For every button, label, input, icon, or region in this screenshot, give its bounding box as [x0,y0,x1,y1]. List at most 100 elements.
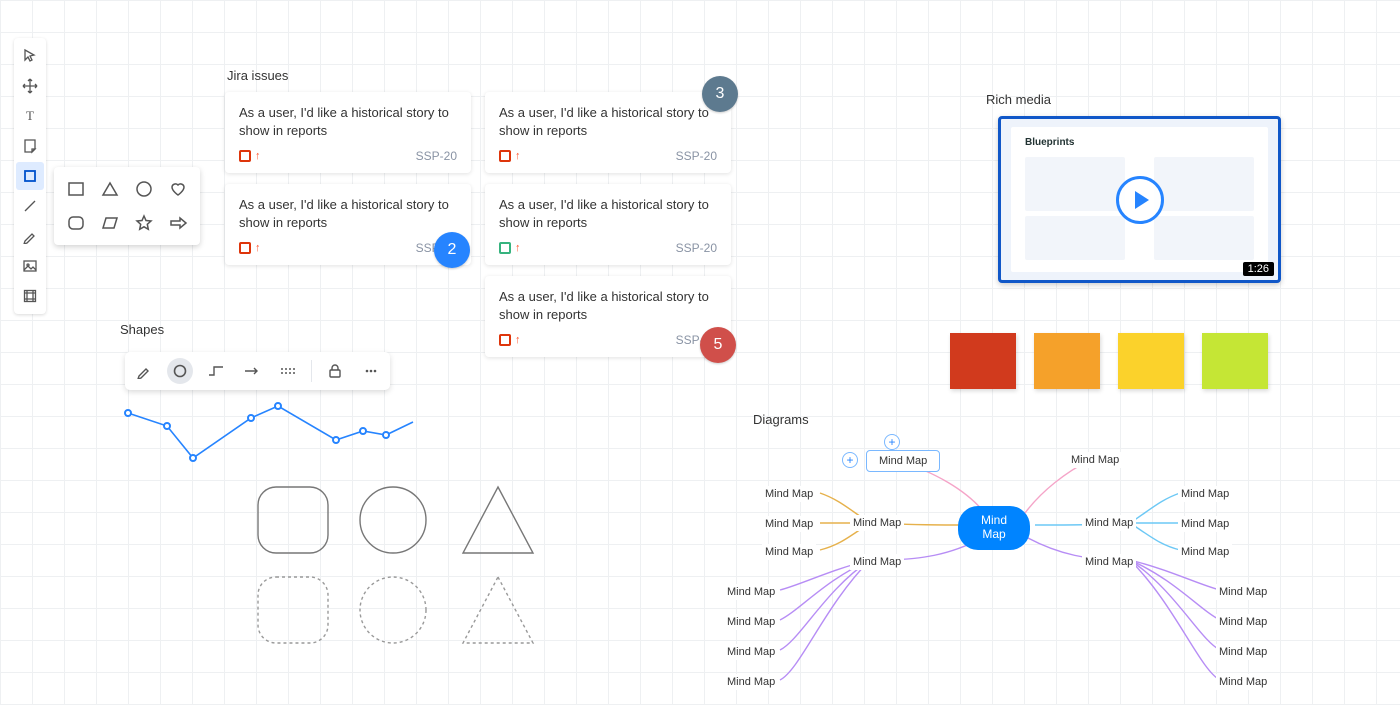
mindmap-selected-node[interactable]: Mind Map [866,450,940,472]
richmedia-section-label: Rich media [986,92,1051,107]
pen-tool[interactable] [16,222,44,250]
separator [311,360,312,382]
frame-tool[interactable] [16,282,44,310]
mindmap-node[interactable]: Mind Map [762,516,816,532]
jira-priority-icon: ↑ [515,242,521,254]
play-icon[interactable] [1116,176,1164,224]
sticky-note[interactable] [1034,333,1100,389]
mindmap-node[interactable]: Mind Map [850,515,904,531]
jira-card[interactable]: As a user, I'd like a historical story t… [485,276,731,357]
vertex-handle[interactable] [359,427,367,435]
mindmap-node[interactable]: Mind Map [850,554,904,570]
jira-priority-icon: ↑ [255,150,261,162]
shape-heart-icon[interactable] [164,175,192,203]
svg-text:T: T [26,108,34,123]
jira-card-title: As a user, I'd like a historical story t… [239,196,457,231]
jira-card[interactable]: As a user, I'd like a historical story t… [225,92,471,173]
mindmap-node[interactable]: Mind Map [724,614,778,630]
shape-samples [253,482,553,652]
circle-icon[interactable] [167,358,193,384]
diagrams-section-label: Diagrams [753,412,809,427]
mindmap-node[interactable]: Mind Map [724,584,778,600]
mindmap-node[interactable]: Mind Map [1082,515,1136,531]
mindmap-node[interactable]: Mind Map [1178,486,1232,502]
mindmap-center-label: Mind Map [974,514,1014,542]
mindmap-node[interactable]: Mind Map [1082,554,1136,570]
jira-type-icon [239,150,251,162]
polyline-shape[interactable] [118,395,418,475]
jira-card[interactable]: As a user, I'd like a historical story t… [485,92,731,173]
move-tool[interactable] [16,72,44,100]
mindmap-node-label: Mind Map [879,455,927,467]
vertex-handle[interactable] [247,414,255,422]
badge-number: 2 [448,241,457,259]
jira-key: SSP-20 [676,149,717,163]
mindmap-node[interactable]: Mind Map [1178,544,1232,560]
jira-priority-icon: ↑ [255,242,261,254]
presence-badge: 3 [702,76,738,112]
mindmap-node[interactable]: Mind Map [1178,516,1232,532]
sticky-tool[interactable] [16,132,44,160]
elbow-connector-icon[interactable] [203,358,229,384]
vertex-handle[interactable] [382,431,390,439]
line-style-icon[interactable] [275,358,301,384]
jira-type-icon [499,150,511,162]
shape-roundrect-icon[interactable] [62,209,90,237]
arrow-icon[interactable] [239,358,265,384]
image-tool[interactable] [16,252,44,280]
left-toolbar: T [14,38,46,314]
mindmap-node[interactable]: Mind Map [762,544,816,560]
jira-key: SSP-20 [416,149,457,163]
vertex-handle[interactable] [124,409,132,417]
jira-section-label: Jira issues [227,68,288,83]
line-tool[interactable] [16,192,44,220]
badge-number: 5 [714,336,723,354]
mindmap-node[interactable]: Mind Map [1216,614,1270,630]
video-title: Blueprints [1025,137,1074,148]
shape-flyout [54,167,200,245]
pointer-tool[interactable] [16,42,44,70]
jira-key: SSP-20 [676,241,717,255]
jira-card[interactable]: As a user, I'd like a historical story t… [485,184,731,265]
mindmap-node[interactable]: Mind Map [1216,674,1270,690]
mindmap-node[interactable]: Mind Map [724,674,778,690]
jira-type-icon [499,334,511,346]
shape-star-icon[interactable] [130,209,158,237]
mindmap-center-node[interactable]: Mind Map [958,506,1030,550]
vertex-handle[interactable] [189,454,197,462]
shape-parallelogram-icon[interactable] [96,209,124,237]
badge-number: 3 [716,85,725,103]
sticky-note[interactable] [1118,333,1184,389]
vertex-handle[interactable] [274,402,282,410]
mindmap-add-left-icon[interactable]: + [842,452,858,468]
jira-priority-icon: ↑ [515,150,521,162]
text-tool[interactable]: T [16,102,44,130]
vertex-handle[interactable] [163,422,171,430]
shape-arrow-icon[interactable] [164,209,192,237]
mindmap-node[interactable]: Mind Map [762,486,816,502]
sticky-note[interactable] [1202,333,1268,389]
shape-tool[interactable] [16,162,44,190]
presence-badge: 5 [700,327,736,363]
mindmap-node[interactable]: Mind Map [1068,452,1122,468]
mindmap-node[interactable]: Mind Map [1216,584,1270,600]
video-thumbnail[interactable]: Blueprints 1:26 [998,116,1281,283]
mindmap-node[interactable]: Mind Map [724,644,778,660]
shapes-section-label: Shapes [120,322,164,337]
pencil-icon[interactable] [131,358,157,384]
jira-priority-icon: ↑ [515,334,521,346]
mindmap-node[interactable]: Mind Map [1216,644,1270,660]
more-icon[interactable] [358,358,384,384]
shape-circle-icon[interactable] [130,175,158,203]
shape-rect-icon[interactable] [62,175,90,203]
presence-badge: 2 [434,232,470,268]
jira-card-title: As a user, I'd like a historical story t… [499,104,717,139]
sticky-note[interactable] [950,333,1016,389]
video-duration: 1:26 [1243,262,1274,276]
mindmap-add-top-icon[interactable]: + [884,434,900,450]
jira-card-title: As a user, I'd like a historical story t… [499,288,717,323]
lock-icon[interactable] [322,358,348,384]
shape-edit-toolbar [125,352,390,390]
shape-triangle-icon[interactable] [96,175,124,203]
vertex-handle[interactable] [332,436,340,444]
